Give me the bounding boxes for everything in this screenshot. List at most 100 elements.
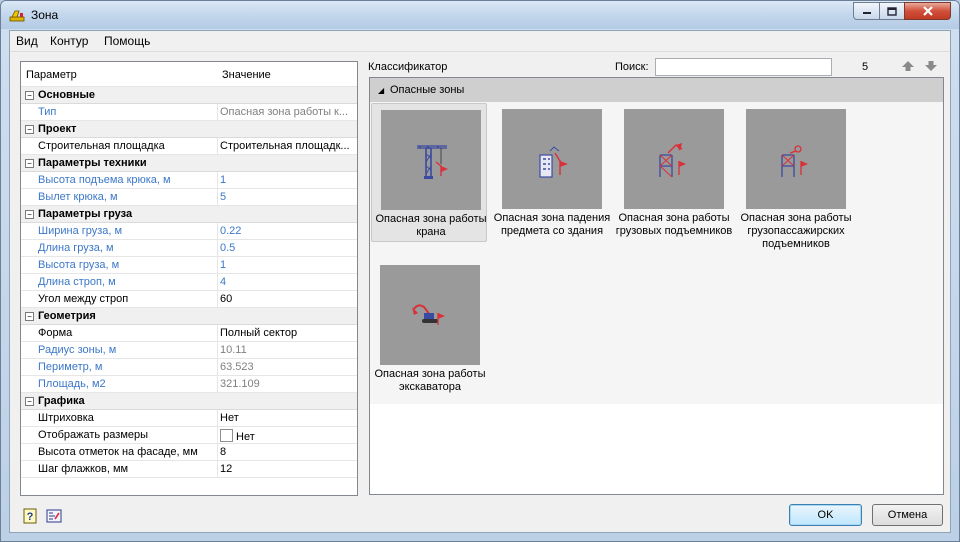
property-group[interactable]: − Параметры груза: [21, 206, 357, 223]
property-name: Радиус зоны, м: [38, 344, 117, 356]
thumbnail: [502, 109, 602, 209]
property-row[interactable]: Радиус зоны, м 10.11: [21, 342, 357, 359]
property-name: Угол между строп: [38, 293, 129, 305]
group-name: Графика: [38, 395, 85, 407]
column-separator: [217, 172, 218, 188]
property-value[interactable]: 321.109: [220, 378, 356, 390]
property-value[interactable]: 4: [220, 276, 356, 288]
property-name: Высота груза, м: [38, 259, 120, 271]
collapse-toggle-icon[interactable]: −: [25, 397, 34, 406]
property-row[interactable]: Строительная площадка Строительная площад…: [21, 138, 357, 155]
property-value[interactable]: Опасная зона работы к...: [220, 106, 356, 118]
cargo-lift-icon: [659, 143, 686, 178]
property-value[interactable]: 10.11: [220, 344, 356, 356]
column-separator: [217, 342, 218, 358]
property-row[interactable]: Вылет крюка, м 5: [21, 189, 357, 206]
property-row[interactable]: Площадь, м2 321.109: [21, 376, 357, 393]
property-value[interactable]: 0.5: [220, 242, 356, 254]
app-icon: [9, 10, 25, 22]
column-separator: [217, 325, 218, 341]
column-separator: [217, 189, 218, 205]
property-value[interactable]: Нет: [220, 412, 356, 424]
ok-button[interactable]: OK: [789, 504, 862, 526]
close-button[interactable]: [904, 2, 951, 20]
collapse-toggle-icon[interactable]: −: [25, 312, 34, 321]
items-area: Опасная зона работы крана Опасная зона п…: [370, 102, 943, 404]
column-header-param: Параметр: [26, 69, 77, 81]
property-group[interactable]: − Основные: [21, 87, 357, 104]
property-grid[interactable]: Параметр Значение − Основные Тип Опасная зо…: [20, 61, 358, 496]
menu-contour[interactable]: Контур: [50, 34, 88, 48]
property-value[interactable]: 0.22: [220, 225, 356, 237]
cancel-button[interactable]: Отмена: [872, 504, 943, 526]
property-row[interactable]: Угол между строп 60: [21, 291, 357, 308]
column-separator: [217, 359, 218, 375]
maximize-button[interactable]: [879, 2, 905, 20]
item-label: Опасная зона работы крана: [375, 213, 487, 238]
checkbox-label: Нет: [236, 431, 255, 443]
search-label: Поиск:: [615, 61, 649, 73]
property-value[interactable]: 1: [220, 259, 356, 271]
search-input[interactable]: [655, 58, 832, 76]
minimize-button[interactable]: [853, 2, 880, 20]
property-row[interactable]: Высота подъема крюка, м 1: [21, 172, 357, 189]
property-row[interactable]: Шаг флажков, мм 12: [21, 461, 357, 478]
group-name: Геометрия: [38, 310, 96, 322]
excavator-icon: [412, 304, 445, 325]
move-up-button[interactable]: [901, 59, 915, 73]
column-separator: [217, 410, 218, 426]
property-row[interactable]: Отображать размеры Нет: [21, 427, 357, 444]
property-row[interactable]: Длина груза, м 0.5: [21, 240, 357, 257]
zone-item-crane[interactable]: Опасная зона работы крана: [371, 103, 487, 242]
property-value[interactable]: 8: [220, 446, 356, 458]
property-group[interactable]: − Параметры техники: [21, 155, 357, 172]
property-value[interactable]: 60: [220, 293, 356, 305]
title-bar[interactable]: Зона: [1, 1, 959, 29]
property-row[interactable]: Форма Полный сектор: [21, 325, 357, 342]
property-value[interactable]: 1: [220, 174, 356, 186]
property-name: Строительная площадка: [38, 140, 165, 152]
column-separator: [217, 274, 218, 290]
column-separator: [217, 104, 218, 120]
property-name: Вылет крюка, м: [38, 191, 118, 203]
collapse-toggle-icon[interactable]: −: [25, 91, 34, 100]
property-value[interactable]: Полный сектор: [220, 327, 356, 339]
menu-help[interactable]: Помощь: [104, 34, 150, 48]
column-separator: [217, 240, 218, 256]
column-separator: [217, 461, 218, 477]
property-value[interactable]: Строительная площадк...: [220, 140, 356, 152]
property-row[interactable]: Тип Опасная зона работы к...: [21, 104, 357, 121]
property-row[interactable]: Высота отметок на фасаде, мм 8: [21, 444, 357, 461]
svg-text:?: ?: [27, 511, 34, 523]
group-name: Параметры техники: [38, 157, 147, 169]
property-value[interactable]: 12: [220, 463, 356, 475]
collapse-toggle-icon[interactable]: −: [25, 125, 34, 134]
classifier-panel: ◢ Опасные зоны Опасная зона работы крана…: [369, 77, 944, 495]
group-name: Параметры груза: [38, 208, 133, 220]
result-count: 5: [862, 61, 869, 73]
collapse-toggle-icon[interactable]: −: [25, 159, 34, 168]
property-row[interactable]: Периметр, м 63.523: [21, 359, 357, 376]
property-row[interactable]: Длина строп, м 4: [21, 274, 357, 291]
property-name: Высота отметок на фасаде, мм: [38, 446, 198, 458]
property-row[interactable]: Ширина груза, м 0.22: [21, 223, 357, 240]
section-header[interactable]: ◢ Опасные зоны: [370, 78, 943, 102]
move-down-button[interactable]: [924, 59, 938, 73]
property-group[interactable]: − Геометрия: [21, 308, 357, 325]
property-row[interactable]: Высота груза, м 1: [21, 257, 357, 274]
property-value[interactable]: 5: [220, 191, 356, 203]
window-title: Зона: [31, 8, 59, 22]
zone-settings-icon[interactable]: [46, 508, 62, 524]
property-group[interactable]: − Проект: [21, 121, 357, 138]
property-name: Высота подъема крюка, м: [38, 174, 171, 186]
checkbox[interactable]: [220, 429, 233, 442]
menu-view[interactable]: Вид: [16, 34, 38, 48]
property-value[interactable]: 63.523: [220, 361, 356, 373]
property-name: Длина строп, м: [38, 276, 116, 288]
help-icon[interactable]: ?: [22, 508, 38, 524]
property-row[interactable]: Штриховка Нет: [21, 410, 357, 427]
group-name: Основные: [38, 89, 95, 101]
collapse-toggle-icon[interactable]: −: [25, 210, 34, 219]
property-value[interactable]: Нет: [220, 429, 356, 443]
property-group[interactable]: − Графика: [21, 393, 357, 410]
